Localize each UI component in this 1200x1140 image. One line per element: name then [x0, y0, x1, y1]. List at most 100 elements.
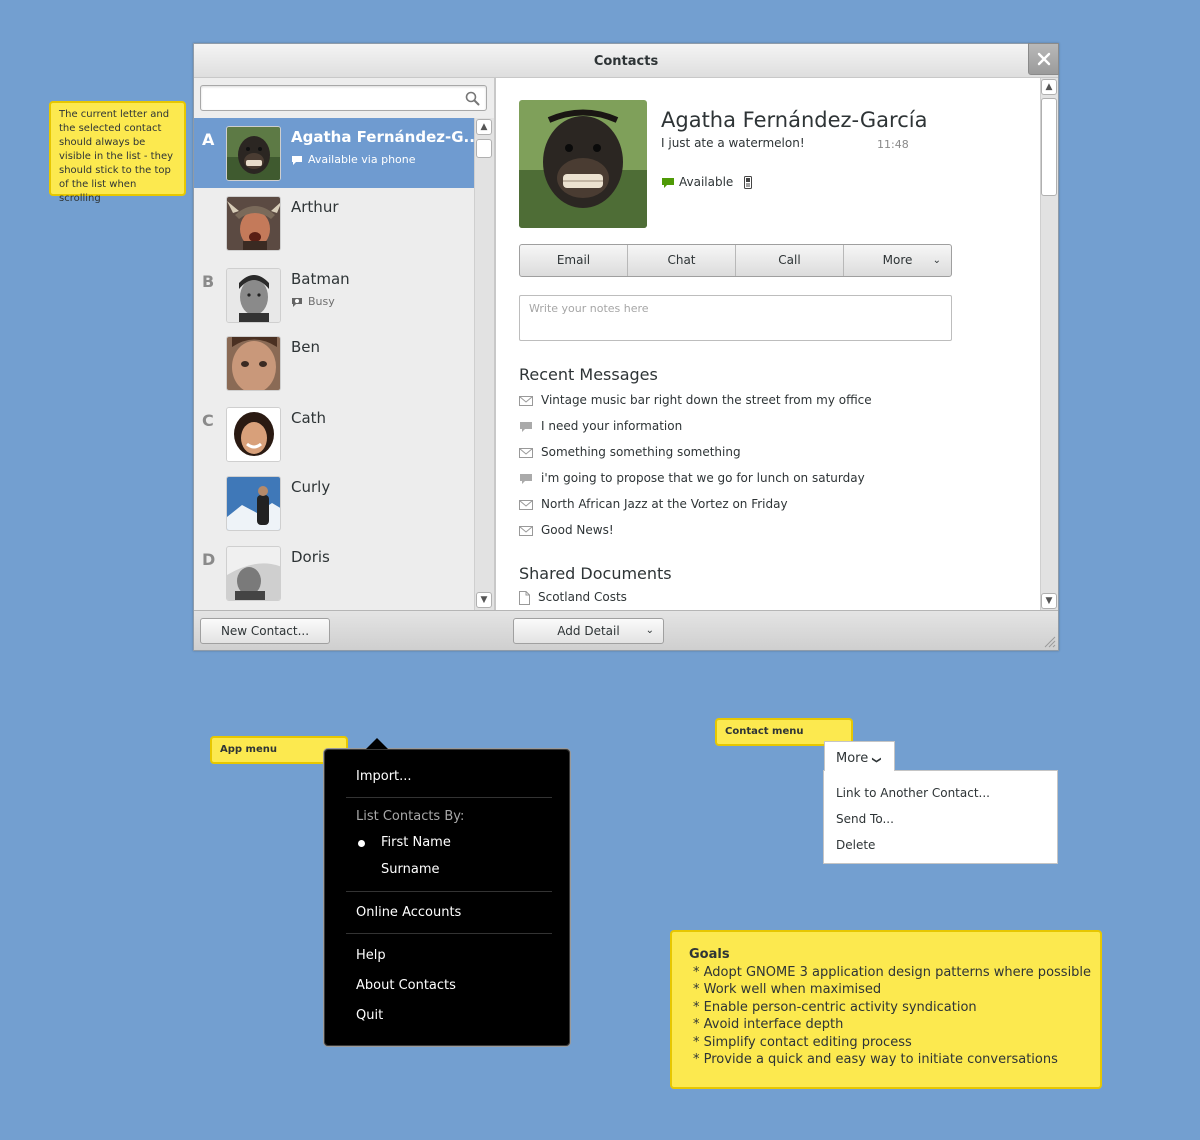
details-scrollbar[interactable]: ▲ ▼ — [1040, 78, 1058, 610]
message-item[interactable]: i'm going to propose that we go for lunc… — [519, 471, 865, 485]
scroll-thumb[interactable] — [476, 139, 492, 158]
call-button[interactable]: Call — [736, 245, 844, 276]
mobile-phone-icon — [744, 176, 752, 189]
envelope-icon — [519, 447, 533, 458]
contact-name: Agatha Fernández-G... — [291, 128, 474, 146]
message-item[interactable]: Good News! — [519, 523, 614, 537]
index-letter-b: B — [202, 272, 215, 291]
contact-row-arthur[interactable]: Arthur — [194, 188, 474, 258]
message-item[interactable]: I need your information — [519, 419, 682, 433]
contact-menu-popup: Link to Another Contact... Send To... De… — [823, 770, 1058, 864]
contact-row-curly[interactable]: Curly — [194, 468, 474, 538]
search-input[interactable] — [207, 90, 457, 106]
more-button-label: More — [882, 253, 913, 267]
presence-text: Available — [679, 175, 734, 189]
contact-row-ben[interactable]: Ben — [194, 328, 474, 398]
menu-item-first-name[interactable]: First Name — [381, 835, 451, 850]
document-icon — [519, 590, 530, 605]
chevron-down-icon: ⌄ — [932, 255, 941, 266]
menu-item-delete[interactable]: Delete — [836, 838, 875, 852]
goals-title: Goals — [689, 947, 730, 962]
menu-separator — [346, 933, 552, 934]
profile-name: Agatha Fernández-García — [661, 108, 928, 132]
contact-row-agatha[interactable]: A Agatha Fernández-G... Available via ph… — [194, 118, 474, 188]
shared-documents-heading: Shared Documents — [519, 564, 672, 583]
goal-item: * Provide a quick and easy way to initia… — [693, 1052, 1058, 1067]
scroll-up-icon[interactable]: ▲ — [1041, 79, 1057, 95]
contact-status: Busy — [291, 295, 335, 308]
contact-row-batman[interactable]: B Batman Busy — [194, 260, 474, 330]
menu-item-help[interactable]: Help — [356, 948, 386, 963]
speech-bubble-icon — [520, 421, 532, 432]
presence-status: Available — [661, 175, 733, 189]
contact-name: Batman — [291, 270, 350, 288]
menu-item-surname[interactable]: Surname — [381, 862, 439, 877]
avatar-curly — [226, 476, 281, 531]
email-button[interactable]: Email — [520, 245, 628, 276]
notes-field[interactable] — [519, 295, 952, 341]
goal-item: * Adopt GNOME 3 application design patte… — [693, 964, 1092, 980]
goal-item: * Avoid interface depth — [693, 1017, 844, 1032]
contact-status-text: Busy — [308, 295, 335, 308]
menu-item-quit[interactable]: Quit — [356, 1008, 383, 1023]
bottom-toolbar: New Contact... Add Detail ⌄ — [194, 610, 1058, 650]
new-contact-button[interactable]: New Contact... — [200, 618, 330, 644]
menu-separator — [346, 891, 552, 892]
document-name: Scotland Costs — [538, 590, 627, 604]
contact-status-text: Available via phone — [308, 153, 416, 166]
avatar-batman — [226, 268, 281, 323]
contact-actions: Email Chat Call More ⌄ — [519, 244, 952, 277]
chevron-down-icon: ⌄ — [645, 625, 654, 636]
close-icon — [1037, 52, 1051, 66]
add-detail-button[interactable]: Add Detail ⌄ — [513, 618, 664, 644]
menu-separator — [346, 797, 552, 798]
menu-header-list-by: List Contacts By: — [356, 809, 465, 824]
message-item[interactable]: Something something something — [519, 445, 741, 459]
more-button[interactable]: More ⌄ — [844, 245, 951, 276]
goal-item: * Simplify contact editing process — [693, 1034, 912, 1050]
scroll-thumb[interactable] — [1041, 98, 1057, 196]
scroll-down-icon[interactable]: ▼ — [1041, 593, 1057, 609]
add-detail-label: Add Detail — [557, 624, 620, 638]
menu-item-import[interactable]: Import... — [356, 769, 412, 784]
goal-item: * Enable person-centric activity syndica… — [693, 999, 977, 1015]
contact-status: Available via phone — [291, 153, 416, 166]
message-item[interactable]: North African Jazz at the Vortez on Frid… — [519, 497, 788, 511]
contact-row-doris[interactable]: D Doris — [194, 538, 474, 608]
search-field[interactable] — [200, 85, 487, 111]
chat-button[interactable]: Chat — [628, 245, 736, 276]
scroll-up-icon[interactable]: ▲ — [476, 119, 492, 135]
avatar-agatha — [226, 126, 281, 181]
index-letter-c: C — [202, 411, 214, 430]
titlebar: Contacts — [194, 43, 1059, 78]
avatar-doris — [226, 546, 281, 601]
resize-grip-icon[interactable] — [1044, 636, 1056, 648]
contact-row-cath[interactable]: C Cath — [194, 399, 474, 469]
envelope-icon — [519, 395, 533, 406]
contact-name: Doris — [291, 548, 330, 566]
scroll-down-icon[interactable]: ▼ — [476, 592, 492, 608]
radio-selected-icon — [358, 840, 365, 847]
message-text: Vintage music bar right down the street … — [541, 393, 872, 407]
contact-name: Cath — [291, 409, 327, 427]
avatar-cath — [226, 407, 281, 462]
menu-item-about[interactable]: About Contacts — [356, 978, 456, 993]
menu-item-online-accounts[interactable]: Online Accounts — [356, 905, 461, 920]
available-icon — [662, 177, 674, 188]
app-menu: Import... List Contacts By: First Name S… — [323, 738, 571, 1047]
contact-list-scrollbar[interactable]: ▲ ▼ — [474, 118, 494, 610]
message-text: i'm going to propose that we go for lunc… — [541, 471, 865, 485]
profile-photo — [519, 100, 647, 228]
message-text: North African Jazz at the Vortez on Frid… — [541, 497, 788, 511]
message-item[interactable]: Vintage music bar right down the street … — [519, 393, 872, 407]
menu-item-send-to[interactable]: Send To... — [836, 812, 894, 826]
document-item[interactable]: Scotland Costs — [519, 590, 627, 605]
recent-messages-heading: Recent Messages — [519, 365, 658, 384]
contacts-window: Contacts A Agatha Fernández-G... Availab… — [193, 43, 1059, 651]
avatar-ben — [226, 336, 281, 391]
contact-name: Arthur — [291, 198, 339, 216]
close-button[interactable] — [1028, 43, 1059, 75]
goal-item: * Work well when maximised — [693, 982, 882, 997]
contact-menu-more-button[interactable]: More ❯ — [824, 741, 895, 771]
menu-item-link-contact[interactable]: Link to Another Contact... — [836, 786, 990, 800]
